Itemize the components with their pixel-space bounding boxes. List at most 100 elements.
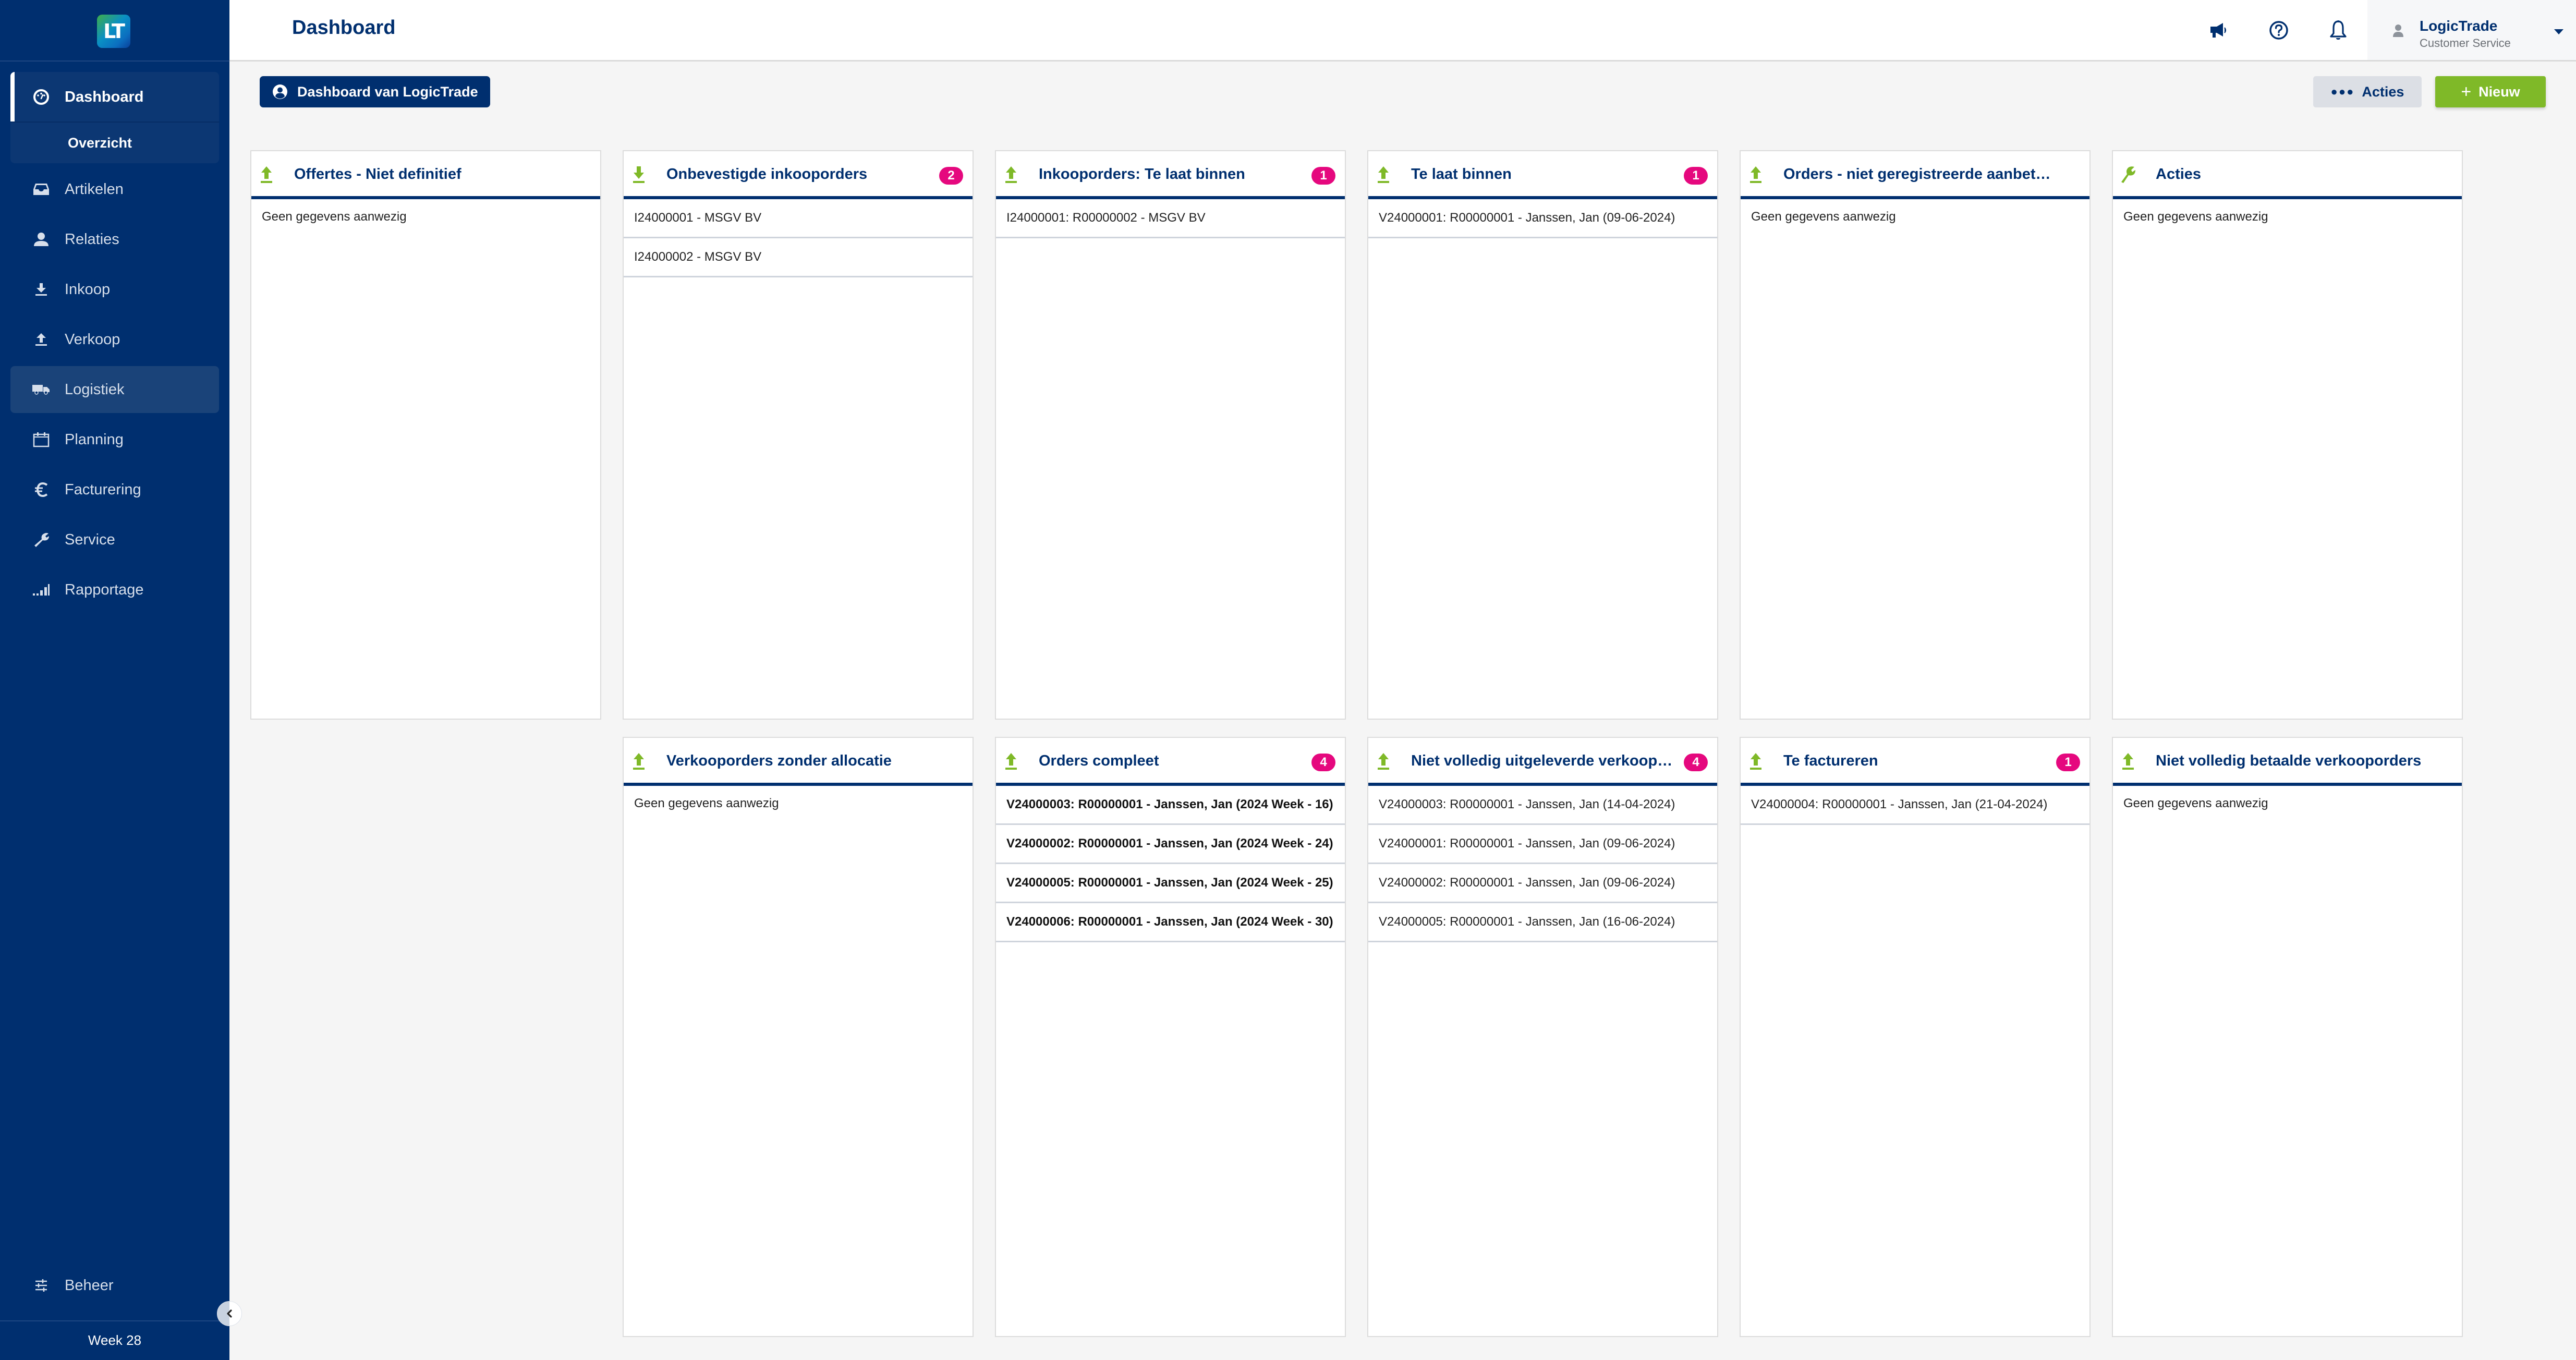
widget-niet-volledig-betaalde-verkooporders: Niet volledig betaalde verkooporders Geen…	[2112, 737, 2463, 1337]
widget-body: V24000001: R00000001 - Janssen, Jan (09-…	[1368, 199, 1717, 238]
widget-header[interactable]: Verkooporders zonder allocatie	[624, 738, 973, 786]
sidebar-item-planning[interactable]: Planning	[10, 416, 219, 463]
upload-arrow-icon	[1748, 164, 1764, 186]
widget-title: Orders compleet	[1039, 752, 1159, 769]
widget-header[interactable]: Niet volledig uitgeleverde verkooporders…	[1368, 738, 1717, 786]
upload-arrow-icon	[259, 164, 274, 186]
sidebar-divider	[0, 60, 229, 62]
widget-header[interactable]: Inkooporders: Te laat binnen 1	[996, 151, 1345, 199]
list-item[interactable]: V24000006: R00000001 - Janssen, Jan (202…	[996, 903, 1345, 942]
empty-state-text: Geen gegevens aanwezig	[634, 796, 779, 810]
upload-arrow-icon	[1748, 750, 1764, 772]
sidebar-item-artikelen[interactable]: Artikelen	[10, 166, 219, 213]
download-arrow-icon	[631, 164, 647, 186]
list-item[interactable]: V24000005: R00000001 - Janssen, Jan (16-…	[1368, 903, 1717, 942]
widget-title: Verkooporders zonder allocatie	[666, 752, 892, 769]
sidebar-item-label: Facturering	[65, 481, 141, 498]
list-item[interactable]: V24000001: R00000001 - Janssen, Jan (09-…	[1368, 825, 1717, 864]
sidebar-subitem-label: Overzicht	[68, 135, 132, 151]
widget-body: Geen gegevens aanwezig	[2113, 199, 2462, 235]
list-item[interactable]: V24000003: R00000001 - Janssen, Jan (14-…	[1368, 786, 1717, 825]
widget-body: I24000001 - MSGV BV I24000002 - MSGV BV	[624, 199, 973, 277]
sidebar-collapse-button[interactable]	[217, 1301, 242, 1326]
sidebar-item-label: Planning	[65, 431, 124, 448]
wrench-icon	[32, 531, 50, 549]
inbox-icon	[32, 180, 50, 198]
widget-header[interactable]: Onbevestigde inkooporders 2	[624, 151, 973, 199]
count-badge: 1	[1311, 167, 1335, 185]
widget-header[interactable]: Offertes - Niet definitief	[251, 151, 600, 199]
widget-body: I24000001: R00000002 - MSGV BV	[996, 199, 1345, 238]
nieuw-label: Nieuw	[2478, 83, 2520, 100]
sidebar-item-logistiek[interactable]: Logistiek	[10, 366, 219, 413]
sidebar-item-inkoop[interactable]: Inkoop	[10, 266, 219, 313]
list-item[interactable]: V24000005: R00000001 - Janssen, Jan (202…	[996, 864, 1345, 903]
widget-te-factureren: Te factureren 1 V24000004: R00000001 - Jan…	[1740, 737, 2091, 1337]
signal-bars-icon	[32, 581, 50, 599]
week-indicator: Week 28	[88, 1332, 142, 1348]
sidebar-item-label: Artikelen	[65, 180, 124, 198]
widget-offertes-niet-definitief: Offertes - Niet definitief Geen gegevens …	[250, 150, 601, 720]
dashboard-selector-button[interactable]: Dashboard van LogicTrade	[260, 76, 490, 107]
widget-orders-compleet: Orders compleet 4 V24000003: R00000001 - J…	[995, 737, 1346, 1337]
user-menu[interactable]: LogicTrade Customer Service	[2367, 0, 2576, 60]
list-item[interactable]: V24000004: R00000001 - Janssen, Jan (21-…	[1741, 786, 2089, 825]
widget-body: Geen gegevens aanwezig	[1741, 199, 2089, 235]
widget-body: V24000003: R00000001 - Janssen, Jan (14-…	[1368, 786, 1717, 942]
chevron-left-icon	[227, 1309, 232, 1318]
widget-header[interactable]: Te laat binnen 1	[1368, 151, 1717, 199]
sidebar-item-label: Verkoop	[65, 331, 120, 348]
sidebar-item-service[interactable]: Service	[10, 516, 219, 563]
sidebar-item-facturering[interactable]: Facturering	[10, 466, 219, 513]
sidebar-item-label: Beheer	[65, 1277, 114, 1294]
widget-body: Geen gegevens aanwezig	[2113, 786, 2462, 821]
acties-label: Acties	[2362, 83, 2404, 100]
list-item[interactable]: I24000002 - MSGV BV	[624, 238, 973, 277]
widget-acties: Acties Geen gegevens aanwezig	[2112, 150, 2463, 720]
widget-header[interactable]: Orders - niet geregistreerde aanbetaling…	[1741, 151, 2089, 199]
widget-onbevestigde-inkooporders: Onbevestigde inkooporders 2 I24000001 - MS…	[623, 150, 974, 720]
list-item[interactable]: I24000001: R00000002 - MSGV BV	[996, 199, 1345, 238]
plus-icon: +	[2461, 81, 2472, 102]
empty-state-text: Geen gegevens aanwezig	[2123, 796, 2268, 810]
list-item[interactable]: V24000001: R00000001 - Janssen, Jan (09-…	[1368, 199, 1717, 238]
user-role: Customer Service	[2420, 37, 2511, 50]
logicTrade-logo[interactable]: LT	[97, 15, 130, 48]
widget-header[interactable]: Orders compleet 4	[996, 738, 1345, 786]
megaphone-icon[interactable]	[2209, 20, 2230, 41]
top-header: Dashboard LogicTrade Customer Service	[229, 0, 2576, 62]
widget-title: Te laat binnen	[1411, 166, 1512, 183]
widget-title: Orders - niet geregistreerde aanbetaling…	[1783, 166, 2053, 183]
sidebar-item-label: Dashboard	[65, 88, 144, 105]
widget-body: V24000004: R00000001 - Janssen, Jan (21-…	[1741, 786, 2089, 825]
bell-icon[interactable]	[2328, 20, 2349, 41]
sidebar-item-label: Relaties	[65, 230, 119, 248]
upload-arrow-icon	[1003, 750, 1019, 772]
sidebar-item-verkoop[interactable]: Verkoop	[10, 316, 219, 363]
sidebar-item-label: Inkoop	[65, 281, 111, 298]
gauge-icon	[32, 88, 50, 106]
list-item[interactable]: I24000001 - MSGV BV	[624, 199, 973, 238]
widget-verkooporders-zonder-allocatie: Verkooporders zonder allocatie Geen gegev…	[623, 737, 974, 1337]
nieuw-button[interactable]: + Nieuw	[2435, 76, 2546, 107]
list-item[interactable]: V24000002: R00000001 - Janssen, Jan (09-…	[1368, 864, 1717, 903]
widget-header[interactable]: Niet volledig betaalde verkooporders	[2113, 738, 2462, 786]
list-item[interactable]: V24000002: R00000001 - Janssen, Jan (202…	[996, 825, 1345, 864]
list-item[interactable]: V24000003: R00000001 - Janssen, Jan (202…	[996, 786, 1345, 825]
page-title: Dashboard	[292, 17, 396, 39]
widget-orders-niet-geregistreerde-aanbetalingen: Orders - niet geregistreerde aanbetaling…	[1740, 150, 2091, 720]
sidebar-item-relaties[interactable]: Relaties	[10, 216, 219, 263]
help-circle-icon[interactable]	[2268, 20, 2289, 41]
count-badge: 1	[1684, 167, 1708, 185]
widget-title: Offertes - Niet definitief	[294, 166, 461, 183]
count-badge: 2	[939, 167, 963, 185]
sidebar-item-beheer[interactable]: Beheer	[10, 1262, 219, 1309]
acties-button[interactable]: ●●● Acties	[2313, 76, 2422, 107]
sidebar-subitem-overzicht[interactable]: Overzicht	[10, 123, 219, 163]
widget-body: Geen gegevens aanwezig	[624, 786, 973, 821]
widget-header[interactable]: Te factureren 1	[1741, 738, 2089, 786]
widget-title: Te factureren	[1783, 752, 1878, 769]
widget-header[interactable]: Acties	[2113, 151, 2462, 199]
sidebar-item-dashboard[interactable]: Dashboard	[10, 72, 219, 122]
sidebar-item-rapportage[interactable]: Rapportage	[10, 566, 219, 613]
